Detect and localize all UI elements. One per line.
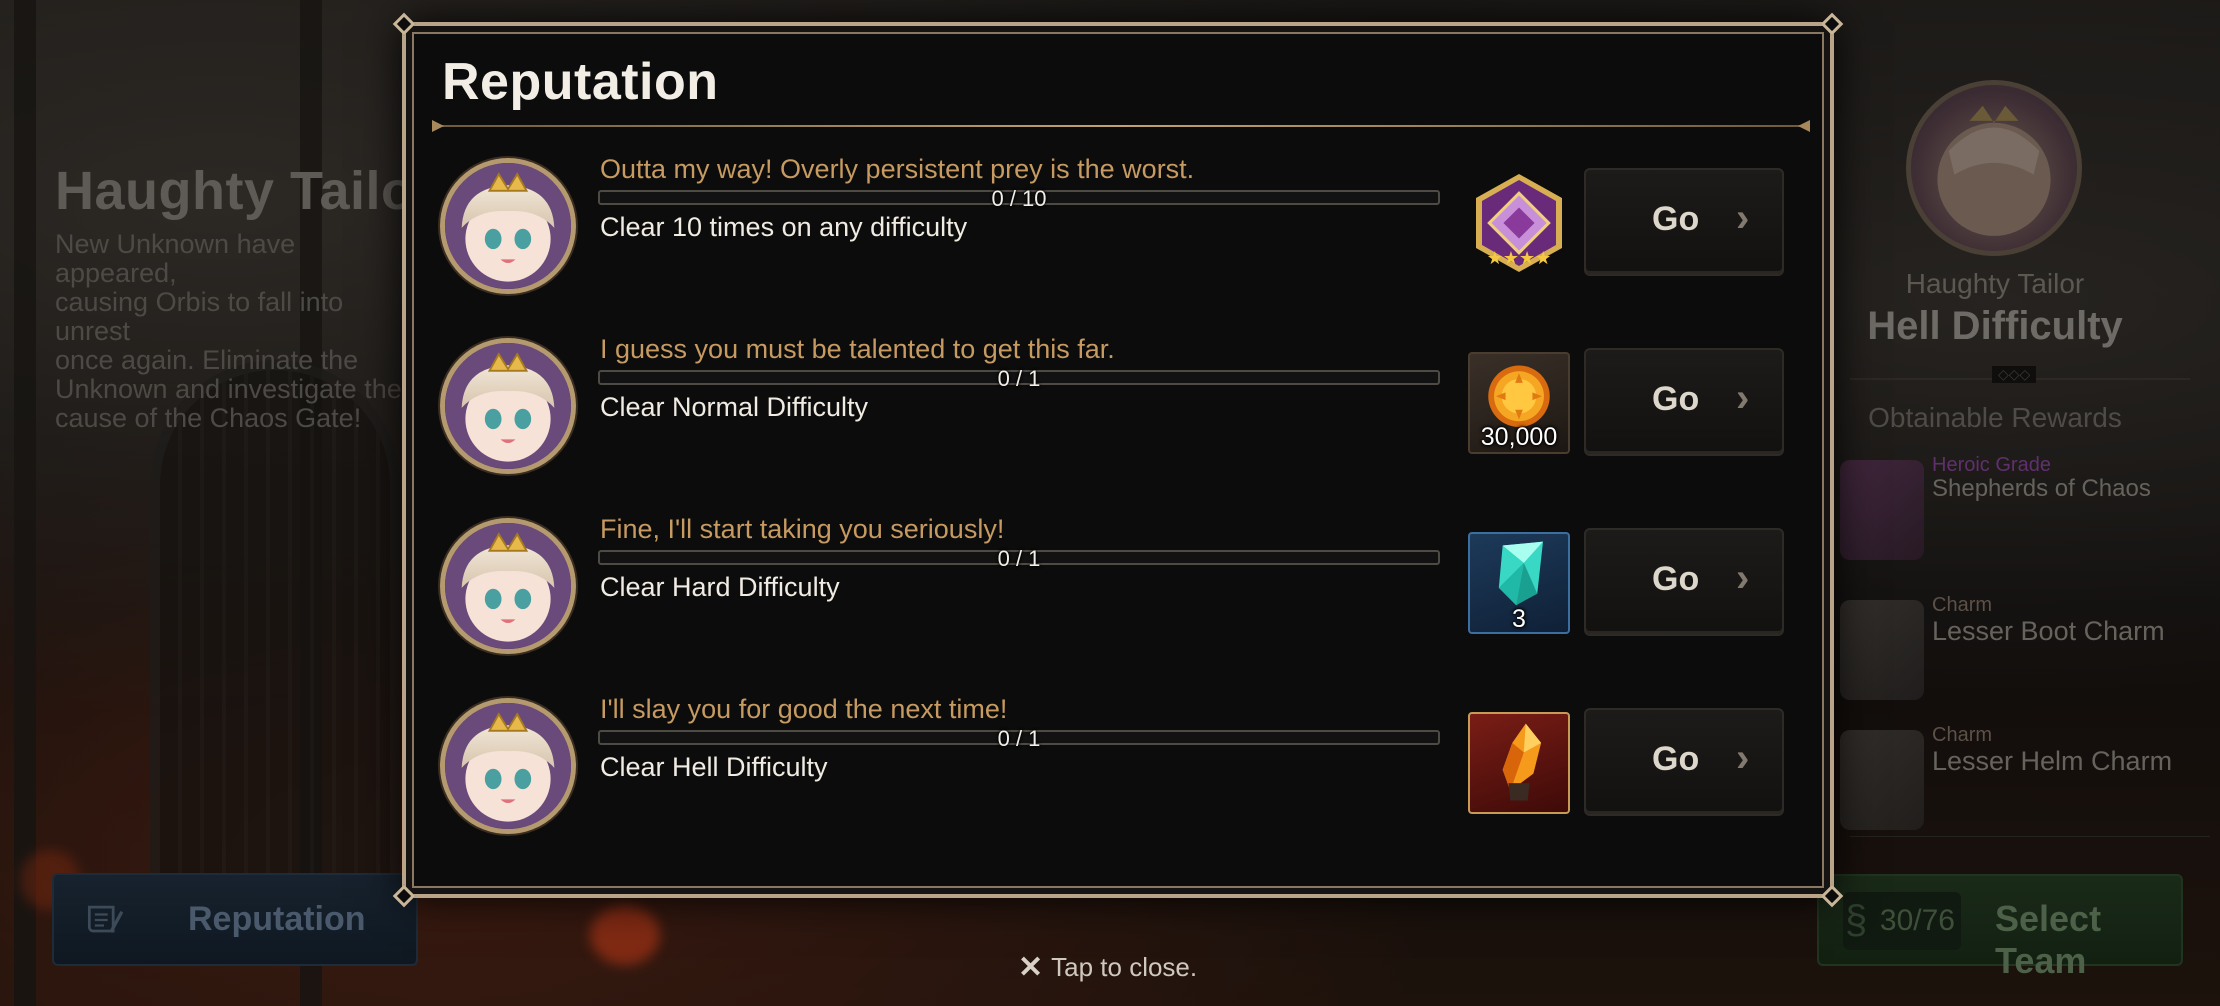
- divider: [1850, 366, 2190, 383]
- artifact-icon: [1840, 460, 1924, 560]
- reward-catalyst[interactable]: [1468, 712, 1570, 814]
- tap-to-close-label: Tap to close.: [1051, 952, 1198, 982]
- reputation-dialog: Reputation Outta my way! Overly persiste…: [392, 12, 1844, 908]
- svg-text:★★★★: ★★★★: [1487, 248, 1552, 269]
- reward-name: Lesser Boot Charm: [1932, 616, 2165, 646]
- go-button-label: Go: [1652, 560, 1700, 598]
- tap-to-close[interactable]: ✕ Tap to close.: [1018, 950, 1197, 985]
- mission-row: I guess you must be talented to get this…: [434, 324, 1814, 484]
- boss-name: Haughty Tailor: [1905, 268, 2085, 299]
- divider: [1850, 836, 2210, 837]
- progress-bar: 0 / 1: [598, 546, 1440, 571]
- stage-info: Haughty Tailor New Unknown have appeared…: [55, 160, 437, 433]
- reputation-tab[interactable]: Reputation: [52, 873, 418, 966]
- close-icon: ✕: [1018, 951, 1044, 984]
- reward-gold[interactable]: 30,000: [1468, 352, 1570, 454]
- reward-crystal[interactable]: 3: [1468, 532, 1570, 634]
- charm-icon: [1840, 600, 1924, 700]
- mission-quote: Outta my way! Overly persistent prey is …: [600, 154, 1195, 184]
- mission-quote: I guess you must be talented to get this…: [600, 334, 1115, 364]
- go-button[interactable]: Go ›: [1584, 348, 1784, 456]
- progress-text: 0 / 1: [997, 366, 1041, 391]
- go-button[interactable]: Go ›: [1584, 528, 1784, 636]
- chevron-right-icon: ›: [1736, 376, 1750, 420]
- select-team-label: Select Team: [1995, 898, 2102, 981]
- mission-row: Outta my way! Overly persistent prey is …: [434, 144, 1814, 304]
- reward-name: Shepherds of Chaos: [1932, 475, 2151, 502]
- character-avatar: [440, 518, 576, 654]
- reward-list-item: Charm Lesser Boot Charm: [1830, 594, 2210, 714]
- go-button[interactable]: Go ›: [1584, 168, 1784, 276]
- chevron-right-icon: ›: [1736, 556, 1750, 600]
- catalyst-icon: [1502, 723, 1542, 801]
- stamina-icon: §: [1845, 898, 1868, 942]
- reward-artifact[interactable]: ★★★★: [1468, 172, 1570, 274]
- reward-list-item: Charm Lesser Helm Charm: [1830, 724, 2210, 844]
- go-button-label: Go: [1652, 380, 1700, 418]
- go-button-label: Go: [1652, 200, 1700, 238]
- progress-bar: 0 / 10: [598, 186, 1440, 211]
- reward-grade: Heroic Grade: [1932, 454, 2051, 476]
- progress-bar: 0 / 1: [598, 726, 1440, 751]
- reward-name: Lesser Helm Charm: [1932, 746, 2173, 776]
- mission-objective: Clear Hell Difficulty: [600, 752, 828, 782]
- mission-objective: Clear Normal Difficulty: [600, 392, 869, 422]
- reward-list-item: Heroic Grade Shepherds of Chaos: [1830, 454, 2210, 574]
- mission-row: I'll slay you for good the next time! 0 …: [434, 684, 1814, 844]
- mission-quote: Fine, I'll start taking you seriously!: [600, 514, 1005, 544]
- character-avatar: [440, 158, 576, 294]
- chevron-right-icon: ›: [1736, 196, 1750, 240]
- character-avatar: [440, 338, 576, 474]
- title-divider: [432, 120, 1810, 132]
- mission-objective: Clear Hard Difficulty: [600, 572, 840, 602]
- torch-glow: [590, 905, 660, 965]
- mission-quote: I'll slay you for good the next time!: [600, 694, 1008, 724]
- stamina-counter: § 30/76: [1843, 892, 1961, 950]
- reputation-tab-label: Reputation: [188, 900, 366, 938]
- artifact-icon: ★★★★: [1476, 174, 1562, 272]
- charm-icon: [1840, 730, 1924, 830]
- go-button-label: Go: [1652, 740, 1700, 778]
- select-team-button[interactable]: § 30/76 Select Team: [1817, 874, 2183, 981]
- progress-text: 0 / 10: [991, 186, 1047, 211]
- reward-grade: Charm: [1932, 594, 1993, 616]
- progress-text: 0 / 1: [997, 726, 1041, 751]
- go-button[interactable]: Go ›: [1584, 708, 1784, 816]
- stage-title: Haughty Tailor: [55, 161, 437, 221]
- dialog-title: Reputation: [442, 53, 719, 111]
- character-avatar: [440, 698, 576, 834]
- reward-grade: Charm: [1932, 724, 1993, 746]
- boss-portrait: [1906, 80, 2082, 256]
- stamina-value: 30/76: [1879, 904, 1955, 937]
- mission-row: Fine, I'll start taking you seriously! 0…: [434, 504, 1814, 664]
- stage-description: New Unknown have appeared, causing Orbis…: [55, 229, 402, 433]
- background-arch: [150, 360, 400, 880]
- obtainable-rewards-label: Obtainable Rewards: [1868, 402, 2122, 433]
- difficulty-label: Hell Difficulty: [1867, 304, 2123, 348]
- chevron-right-icon: ›: [1736, 736, 1750, 780]
- scroll-quill-icon: [80, 896, 128, 944]
- mission-objective: Clear 10 times on any difficulty: [600, 212, 968, 242]
- reward-quantity: 30,000: [1480, 423, 1558, 451]
- reward-quantity: 3: [1512, 605, 1526, 633]
- progress-text: 0 / 1: [997, 546, 1041, 571]
- progress-bar: 0 / 1: [598, 366, 1440, 391]
